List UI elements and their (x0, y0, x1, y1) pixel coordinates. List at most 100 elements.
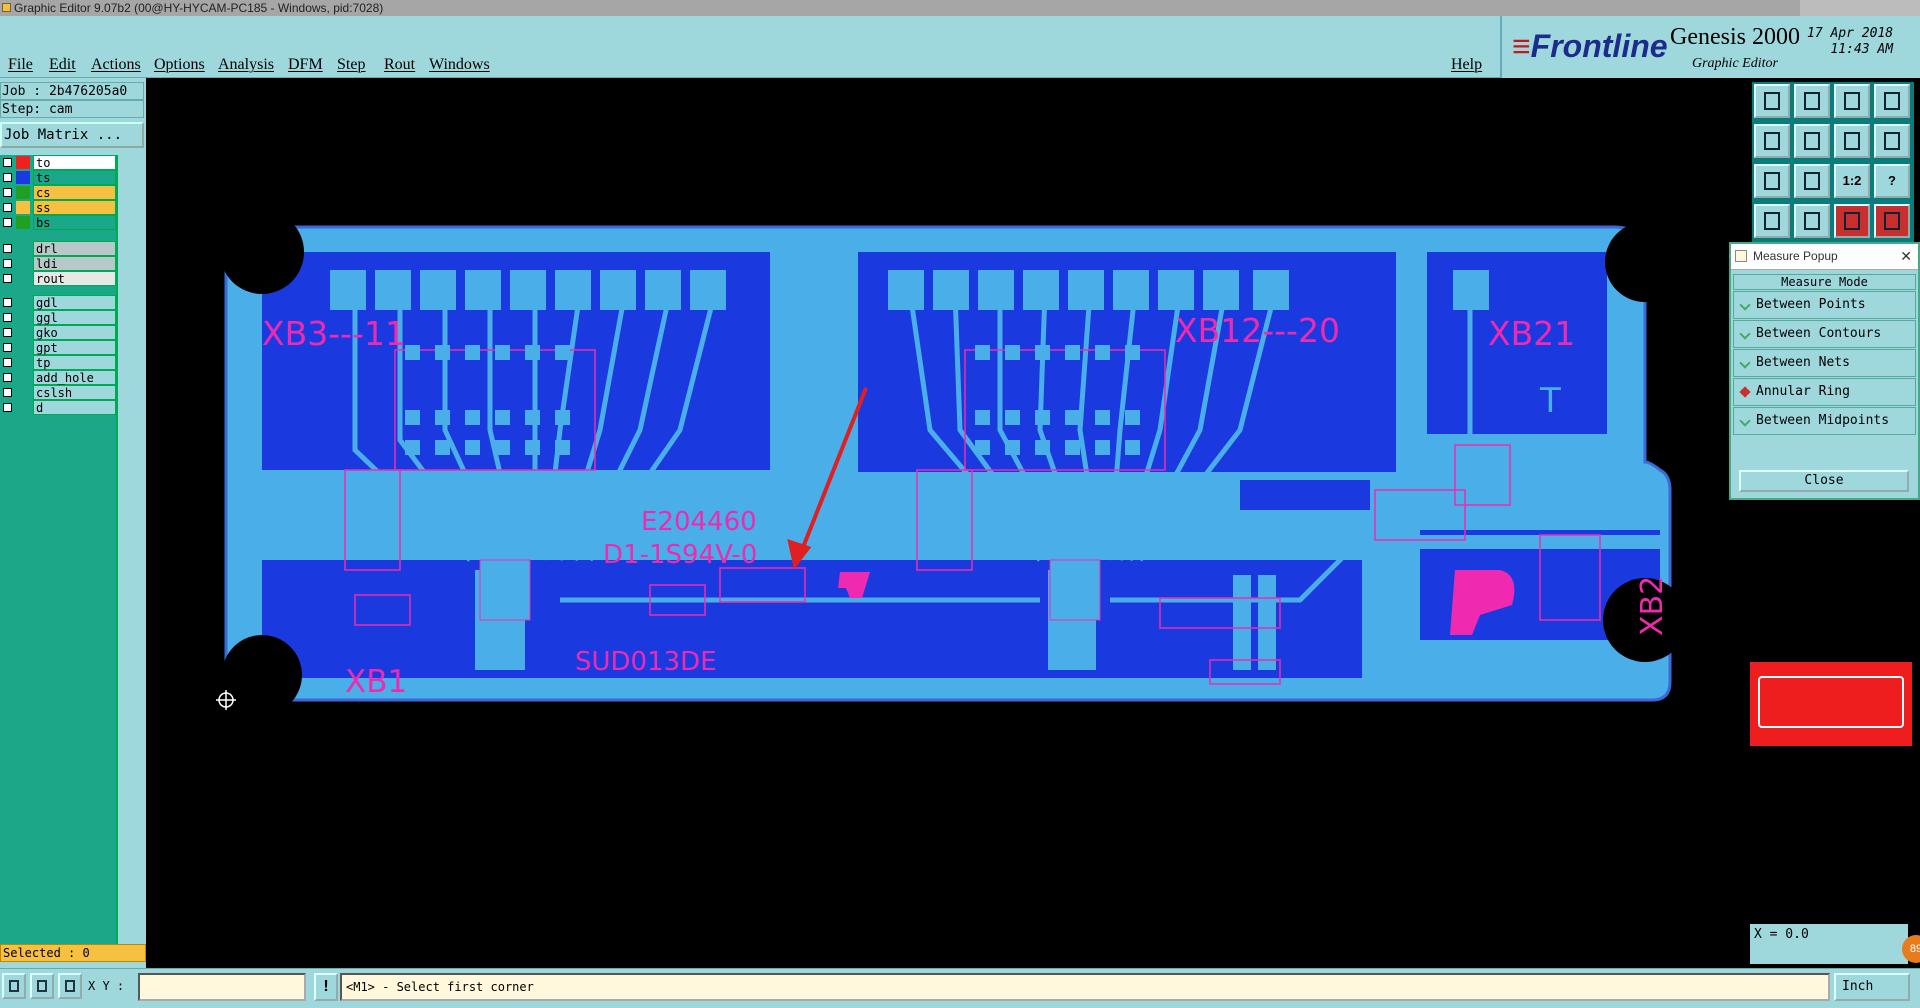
layer-color-swatch[interactable] (16, 186, 30, 199)
layer-color-swatch[interactable] (16, 386, 30, 399)
menu-dfm[interactable]: DFM (288, 56, 323, 74)
save-view-button[interactable] (1794, 84, 1830, 118)
layer-row-add_hole[interactable]: add_hole (0, 370, 116, 385)
house-view-button[interactable] (1834, 84, 1870, 118)
layer-name[interactable]: tp (33, 355, 116, 370)
layer-name[interactable]: gdl (33, 295, 116, 310)
layer-color-swatch[interactable] (16, 171, 30, 184)
menu-help[interactable]: Help (1451, 56, 1482, 74)
layer-name[interactable]: cslsh (33, 385, 116, 400)
mode-between-midpoints[interactable]: Between Midpoints (1733, 407, 1916, 435)
warning-button[interactable]: ! (314, 973, 338, 1001)
layer-checkbox[interactable] (3, 298, 12, 307)
layer-checkbox[interactable] (3, 218, 12, 227)
layer-checkbox[interactable] (3, 274, 12, 283)
help-button[interactable]: ? (1874, 164, 1910, 198)
layer-checkbox[interactable] (3, 203, 12, 212)
layer-name[interactable]: to (33, 155, 116, 170)
layer-name[interactable]: rout (33, 271, 116, 286)
layer-name[interactable]: cs (33, 185, 116, 200)
net-select-button[interactable] (1874, 204, 1910, 238)
layer-row-ldi[interactable]: ldi (0, 256, 116, 271)
layer-row-gko[interactable]: gko (0, 325, 116, 340)
layer-name[interactable]: ss (33, 200, 116, 215)
layer-color-swatch[interactable] (16, 201, 30, 214)
redraw-button[interactable] (1834, 124, 1870, 158)
layer-row-rout[interactable]: rout (0, 271, 116, 286)
layer-row-d[interactable]: d (0, 400, 116, 415)
layer-color-swatch[interactable] (16, 326, 30, 339)
window-view-button[interactable] (1874, 84, 1910, 118)
menu-options[interactable]: Options (154, 56, 205, 74)
menu-analysis[interactable]: Analysis (218, 56, 274, 74)
menu-actions[interactable]: Actions (91, 56, 141, 74)
layer-color-swatch[interactable] (16, 311, 30, 324)
layer-checkbox[interactable] (3, 388, 12, 397)
job-matrix-button[interactable]: Job Matrix ... (0, 122, 144, 148)
measure-tool-button[interactable] (1754, 204, 1790, 238)
layer-color-swatch[interactable] (16, 242, 30, 255)
layer-name[interactable]: bs (33, 215, 116, 230)
layer-checkbox[interactable] (3, 188, 12, 197)
layer-color-swatch[interactable] (16, 257, 30, 270)
mode-between-points[interactable]: Between Points (1733, 291, 1916, 319)
menu-windows[interactable]: Windows (429, 56, 490, 74)
layer-name[interactable]: drl (33, 241, 116, 256)
layer-checkbox[interactable] (3, 358, 12, 367)
layer-row-cslsh[interactable]: cslsh (0, 385, 116, 400)
layer-row-ts[interactable]: ts (0, 170, 116, 185)
layer-name[interactable]: d (33, 400, 116, 415)
layer-row-tp[interactable]: tp (0, 355, 116, 370)
layer-color-swatch[interactable] (16, 216, 30, 229)
layer-name[interactable]: gpt (33, 340, 116, 355)
layer-name[interactable]: ldi (33, 256, 116, 271)
mode-between-nets[interactable]: Between Nets (1733, 349, 1916, 377)
measure-close-button[interactable]: Close (1739, 470, 1909, 492)
menu-edit[interactable]: Edit (49, 56, 76, 74)
zoom-home-button[interactable] (1754, 84, 1790, 118)
layer-checkbox[interactable] (3, 173, 12, 182)
grid-mode-button[interactable] (58, 973, 82, 999)
layer-checkbox[interactable] (3, 244, 12, 253)
menu-step[interactable]: Step (337, 56, 365, 74)
layer-color-swatch[interactable] (16, 156, 30, 169)
edit-mode-button[interactable] (30, 973, 54, 999)
layer-row-gdl[interactable]: gdl (0, 295, 116, 310)
layer-row-ggl[interactable]: ggl (0, 310, 116, 325)
layer-checkbox[interactable] (3, 328, 12, 337)
xy-input[interactable] (138, 973, 306, 1001)
net-highlight-button[interactable] (1834, 204, 1870, 238)
graphic-canvas[interactable]: XB3---11 XB12---20 XB21 XB1 XB2 E204460 … (146, 78, 1746, 966)
layer-color-swatch[interactable] (16, 371, 30, 384)
layer-name[interactable]: ggl (33, 310, 116, 325)
window-controls[interactable] (1800, 0, 1920, 16)
layer-color-swatch[interactable] (16, 272, 30, 285)
grid-button[interactable] (1794, 204, 1830, 238)
layer-row-to[interactable]: to (0, 155, 116, 170)
layer-row-cs[interactable]: cs (0, 185, 116, 200)
layer-name[interactable]: ts (33, 170, 116, 185)
layer-color-swatch[interactable] (16, 341, 30, 354)
mode-between-contours[interactable]: Between Contours (1733, 320, 1916, 348)
layer-color-swatch[interactable] (16, 356, 30, 369)
layer-name[interactable]: gko (33, 325, 116, 340)
layer-checkbox[interactable] (3, 259, 12, 268)
close-icon[interactable]: ✕ (1900, 244, 1912, 268)
pan-right-button[interactable] (1794, 124, 1830, 158)
layer-row-drl[interactable]: drl (0, 241, 116, 256)
select-mode-button[interactable] (2, 973, 26, 999)
layer-row-gpt[interactable]: gpt (0, 340, 116, 355)
zoom-fit-button[interactable] (1794, 164, 1830, 198)
snap-button[interactable] (1874, 124, 1910, 158)
layer-checkbox[interactable] (3, 158, 12, 167)
menu-rout[interactable]: Rout (384, 56, 415, 74)
scale-button[interactable]: 1:2 (1834, 164, 1870, 198)
layer-row-ss[interactable]: ss (0, 200, 116, 215)
layer-color-swatch[interactable] (16, 401, 30, 414)
layer-checkbox[interactable] (3, 373, 12, 382)
layer-checkbox[interactable] (3, 403, 12, 412)
layer-color-swatch[interactable] (16, 296, 30, 309)
fit-button[interactable] (1754, 164, 1790, 198)
menu-file[interactable]: File (8, 56, 33, 74)
units-selector[interactable]: Inch (1834, 973, 1910, 1001)
